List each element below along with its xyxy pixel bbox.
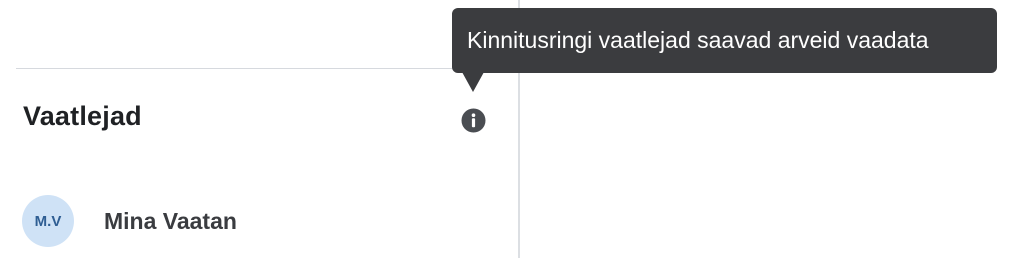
tooltip-arrow bbox=[462, 72, 484, 92]
avatar: M.V bbox=[22, 195, 74, 247]
tooltip: Kinnitusringi vaatlejad saavad arveid va… bbox=[452, 8, 997, 73]
info-icon[interactable] bbox=[461, 108, 486, 133]
page: Vaatlejad M.V Mina Vaatan Kinnitusringi … bbox=[0, 0, 1024, 258]
divider bbox=[16, 68, 518, 69]
info-icon-graphic bbox=[461, 108, 486, 133]
observer-name: Mina Vaatan bbox=[104, 207, 237, 234]
observers-panel: Vaatlejad M.V Mina Vaatan bbox=[0, 0, 518, 258]
observer-list-item: M.V Mina Vaatan bbox=[22, 195, 237, 247]
section-title: Vaatlejad bbox=[23, 101, 142, 131]
tooltip-text: Kinnitusringi vaatlejad saavad arveid va… bbox=[467, 27, 929, 53]
